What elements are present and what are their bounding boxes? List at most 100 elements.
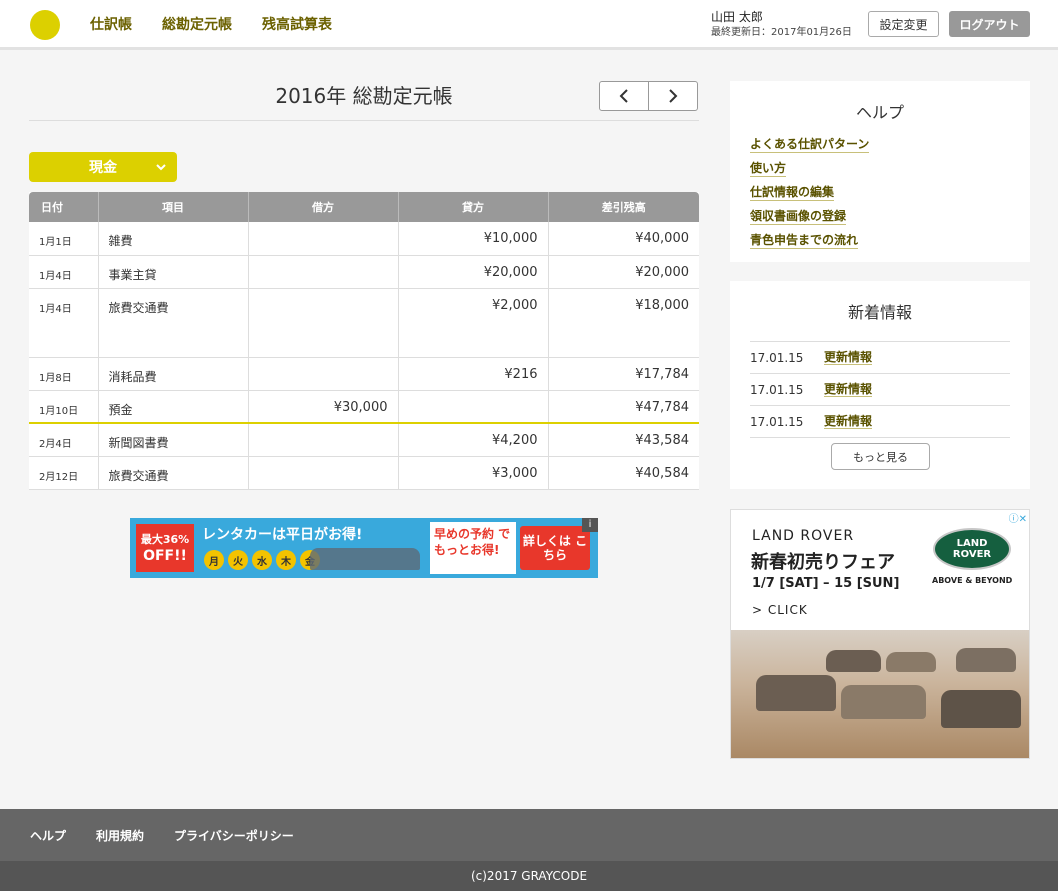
table-row[interactable]: 1月8日 消耗品費 ¥216 ¥17,784 [29, 357, 699, 391]
logout-button[interactable]: ログアウト [949, 11, 1030, 37]
col-header-date: 日付 [29, 192, 98, 222]
cell-balance: ¥40,000 [547, 222, 699, 256]
news-date: 17.01.15 [750, 350, 804, 365]
ad-click-link[interactable]: > CLICK [752, 603, 808, 617]
next-year-button[interactable] [649, 82, 697, 110]
cell-date: 1月4日 [29, 288, 98, 358]
ad-tagline: ABOVE & BEYOND [932, 576, 1013, 585]
cell-credit: ¥3,000 [397, 456, 548, 490]
help-link[interactable]: 使い方 [750, 161, 787, 177]
news-panel: 新着情報 17.01.15 更新情報 17.01.15 更新情報 17.01.1… [730, 281, 1030, 489]
year-pager [599, 81, 698, 111]
help-panel: ヘルプ よくある仕訳パターン 使い方 仕訳情報の編集 領収書画像の登録 青色申告… [730, 81, 1030, 262]
news-list: 17.01.15 更新情報 17.01.15 更新情報 17.01.15 更新情… [750, 341, 1010, 438]
news-item: 17.01.15 更新情報 [750, 374, 1010, 406]
cell-balance: ¥18,000 [547, 288, 699, 358]
table-row[interactable]: 1月10日 預金 ¥30,000 ¥47,784 [29, 390, 699, 424]
nav-trial-balance[interactable]: 残高試算表 [262, 14, 332, 34]
table-header-row: 日付 項目 借方 貸方 差引残高 [29, 192, 699, 222]
user-name: 山田 太郎 [711, 10, 763, 24]
cell-item: 新聞図書費 [97, 423, 248, 457]
cell-debit [247, 423, 398, 457]
chevron-left-icon [619, 89, 628, 103]
ad-cars-image [310, 548, 420, 570]
car-image [956, 648, 1016, 672]
ad-banner-rental-car[interactable]: 最大36% OFF!! レンタカーは平日がお得! 月 火 水 木 金 早めの予約… [130, 518, 598, 578]
help-title: ヘルプ [855, 103, 904, 122]
prev-year-button[interactable] [600, 82, 649, 110]
table-row[interactable]: 1月4日 事業主貸 ¥20,000 ¥20,000 [29, 255, 699, 289]
cell-debit [247, 456, 398, 490]
help-link[interactable]: 領収書画像の登録 [750, 209, 847, 225]
cell-credit [397, 390, 548, 424]
cell-credit: ¥10,000 [397, 222, 548, 256]
table-row[interactable]: 2月4日 新聞図書費 ¥4,200 ¥43,584 [29, 423, 699, 457]
footer-help-link[interactable]: ヘルプ [30, 827, 66, 844]
cell-debit [247, 255, 398, 289]
account-select[interactable]: 現金 [29, 152, 177, 182]
news-item: 17.01.15 更新情報 [750, 406, 1010, 438]
ad-discount-line1: 最大36% [140, 533, 190, 546]
cell-credit: ¥2,000 [397, 288, 548, 358]
news-title: 新着情報 [847, 303, 912, 322]
last-updated: 最終更新日：2017年01月26日 [711, 27, 852, 38]
car-image [826, 650, 881, 672]
info-icon[interactable]: i [582, 518, 598, 532]
ad-details-button[interactable]: 詳しくは こちら [520, 526, 590, 570]
help-link[interactable]: よくある仕訳パターン [750, 137, 870, 153]
chevron-right-icon [669, 89, 678, 103]
cell-debit: ¥30,000 [247, 390, 398, 424]
settings-button[interactable]: 設定変更 [868, 11, 939, 37]
news-link[interactable]: 更新情報 [824, 382, 873, 397]
user-info: 山田 太郎 最終更新日：2017年01月26日 [711, 10, 852, 40]
col-header-balance: 差引残高 [547, 192, 699, 222]
cell-balance: ¥40,584 [547, 456, 699, 490]
cell-date: 1月10日 [29, 390, 98, 424]
cell-debit [247, 222, 398, 256]
cell-date: 2月4日 [29, 423, 98, 457]
help-link[interactable]: 青色申告までの流れ [750, 233, 859, 249]
footer-terms-link[interactable]: 利用規約 [96, 827, 144, 844]
ledger-table: 日付 項目 借方 貸方 差引残高 1月1日 雑費 ¥10,000 ¥40,000… [29, 192, 699, 490]
ad-side-land-rover[interactable]: ⓘ✕ LAND ROVER 新春初売りフェア 1/7 [SAT] – 15 [S… [730, 509, 1030, 759]
news-date: 17.01.15 [750, 414, 804, 429]
table-row[interactable]: 1月1日 雑費 ¥10,000 ¥40,000 [29, 222, 699, 256]
col-header-item: 項目 [97, 192, 248, 222]
adchoices-icon[interactable]: ⓘ✕ [999, 510, 1029, 525]
cell-date: 2月12日 [29, 456, 98, 490]
logo[interactable] [30, 10, 60, 40]
cell-balance: ¥47,784 [547, 390, 699, 424]
more-news-button[interactable]: もっと見る [831, 443, 930, 470]
cell-credit: ¥4,200 [397, 423, 548, 457]
cell-item: 旅費交通費 [97, 288, 248, 358]
col-header-credit: 貸方 [397, 192, 548, 222]
cell-item: 旅費交通費 [97, 456, 248, 490]
ad-cars-photo [731, 630, 1029, 758]
table-row[interactable]: 1月4日 旅費交通費 ¥2,000 ¥18,000 [29, 288, 699, 358]
car-image [756, 675, 836, 711]
nav-general-ledger[interactable]: 総勘定元帳 [162, 14, 232, 34]
cell-date: 1月1日 [29, 222, 98, 256]
footer-privacy-link[interactable]: プライバシーポリシー [174, 827, 294, 844]
cell-item: 事業主貸 [97, 255, 248, 289]
news-item: 17.01.15 更新情報 [750, 342, 1010, 374]
cell-balance: ¥20,000 [547, 255, 699, 289]
cell-balance: ¥43,584 [547, 423, 699, 457]
cell-credit: ¥20,000 [397, 255, 548, 289]
copyright: (c)2017 GRAYCODE [0, 861, 1058, 891]
ad-dates: 1/7 [SAT] – 15 [SUN] [752, 576, 900, 591]
cell-debit [247, 288, 398, 358]
ad-weekdays: 月 火 水 木 金 [204, 550, 320, 570]
news-link[interactable]: 更新情報 [824, 414, 873, 429]
land-rover-logo: LAND ROVER [933, 528, 1011, 570]
help-link[interactable]: 仕訳情報の編集 [750, 185, 835, 201]
news-link[interactable]: 更新情報 [824, 350, 873, 365]
ad-day: 水 [252, 550, 272, 570]
cell-balance: ¥17,784 [547, 357, 699, 391]
header: 仕訳帳 総勘定元帳 残高試算表 山田 太郎 最終更新日：2017年01月26日 … [0, 0, 1058, 50]
table-row[interactable]: 2月12日 旅費交通費 ¥3,000 ¥40,584 [29, 456, 699, 490]
nav-journal[interactable]: 仕訳帳 [90, 14, 132, 34]
cell-date: 1月8日 [29, 357, 98, 391]
footer-links: ヘルプ 利用規約 プライバシーポリシー [0, 809, 1058, 861]
news-date: 17.01.15 [750, 382, 804, 397]
